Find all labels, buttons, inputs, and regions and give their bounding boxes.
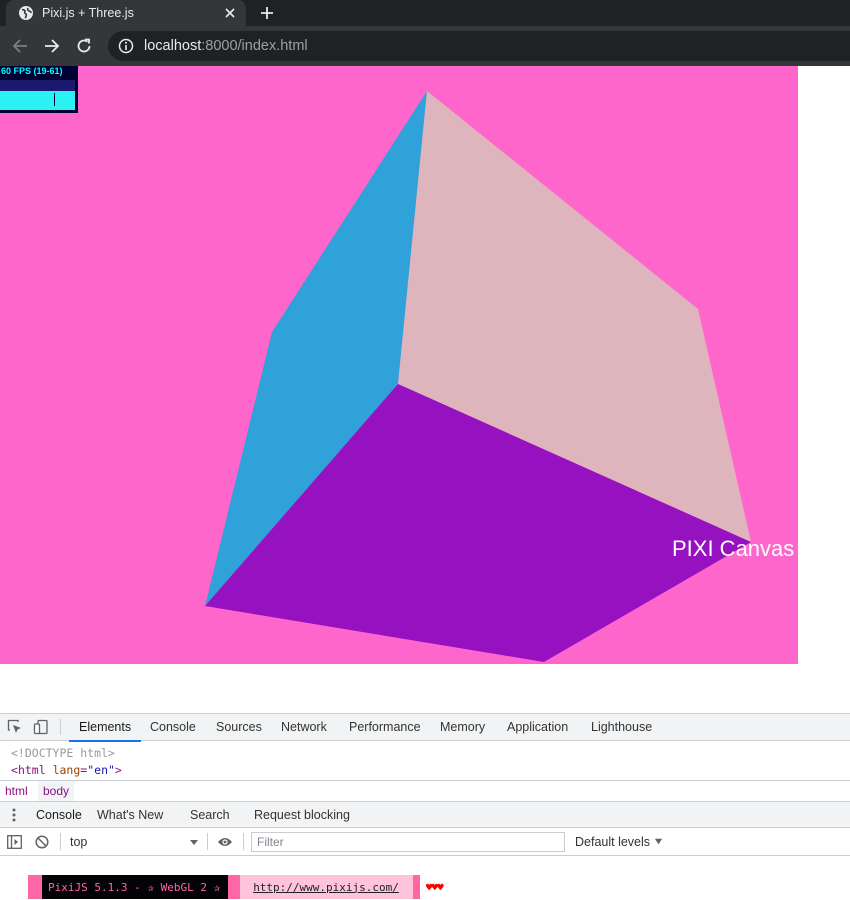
banner-cap [28, 875, 42, 899]
banner-link-box: http://www.pixijs.com/ [240, 875, 413, 899]
fps-graph [0, 80, 75, 110]
attr-value: "en" [87, 763, 115, 777]
pixijs-link[interactable]: http://www.pixijs.com/ [253, 881, 399, 894]
drawer-tab-bar: Console What's New Search Request blocki… [0, 801, 850, 830]
console-toolbar: top Default levels [0, 828, 850, 856]
banner-version: PixiJS 5.1.3 - ✰ WebGL 2 ✰ [42, 875, 229, 899]
context-selector[interactable]: top [70, 828, 87, 856]
tab-network[interactable]: Network [281, 714, 327, 741]
tab-sources[interactable]: Sources [216, 714, 262, 741]
toolbar-separator [60, 833, 61, 850]
browser-tab[interactable]: Pixi.js + Three.js [6, 0, 246, 26]
pixi-canvas-label: PIXI Canvas [672, 536, 795, 561]
chevron-down-icon[interactable] [189, 837, 199, 847]
show-sidebar-icon[interactable] [6, 834, 22, 850]
url-path: :8000/index.html [201, 38, 308, 54]
drawer-tab-whats-new[interactable]: What's New [97, 802, 163, 829]
device-toolbar-button[interactable] [32, 718, 50, 736]
console-filter-input[interactable] [251, 832, 565, 852]
tab-elements[interactable]: Elements [68, 714, 142, 742]
tab-application[interactable]: Application [507, 714, 568, 741]
plus-icon [261, 7, 273, 19]
arrow-left-icon [12, 39, 27, 53]
dom-doctype[interactable]: <!DOCTYPE html> [11, 746, 115, 760]
info-icon[interactable] [118, 38, 134, 54]
pixi-canvas[interactable]: PIXI Canvas [0, 66, 798, 664]
tab-title: Pixi.js + Three.js [42, 6, 134, 20]
fps-graph-spike [54, 93, 55, 106]
html-open-bracket: < [11, 763, 18, 777]
three-cube [205, 91, 751, 662]
html-tag-name: html [17, 763, 46, 777]
inspect-element-button[interactable] [6, 718, 24, 736]
new-tab-button[interactable] [256, 3, 278, 23]
globe-icon [18, 5, 34, 21]
tab-performance[interactable]: Performance [349, 714, 421, 741]
breadcrumb: html body [0, 780, 850, 801]
back-button[interactable] [9, 35, 31, 57]
breadcrumb-body[interactable]: body [38, 781, 75, 801]
url-text: localhost:8000/index.html [144, 38, 308, 54]
url-host: localhost [144, 38, 202, 54]
log-levels-label: Default levels [575, 835, 651, 849]
banner-end [412, 875, 420, 899]
tab-strip: Pixi.js + Three.js [0, 0, 850, 26]
tab-lighthouse[interactable]: Lighthouse [591, 714, 652, 741]
banner-divider [228, 875, 241, 899]
drawer-tab-request-blocking[interactable]: Request blocking [254, 802, 350, 829]
drawer-tab-console[interactable]: Console [26, 802, 92, 830]
reload-button[interactable] [73, 35, 95, 57]
html-close-bracket: > [114, 763, 122, 777]
reload-icon [77, 38, 91, 53]
chevron-down-icon [654, 838, 662, 845]
devtools-panel: Elements Console Sources Network Perform… [0, 713, 850, 900]
fps-stats-panel[interactable]: 60 FPS (19-61) [0, 66, 78, 113]
browser-toolbar: localhost:8000/index.html [0, 26, 850, 66]
toolbar-separator [207, 833, 208, 850]
close-tab-icon[interactable] [222, 5, 238, 21]
cursor-select-icon [7, 719, 21, 733]
pixi-console-banner: PixiJS 5.1.3 - ✰ WebGL 2 ✰ http://www.pi… [28, 875, 444, 899]
toolbar-separator [60, 719, 61, 735]
breadcrumb-html[interactable]: html [0, 781, 33, 801]
toolbar-separator [243, 833, 244, 850]
console-output: PixiJS 5.1.3 - ✰ WebGL 2 ✰ http://www.pi… [0, 856, 850, 900]
fps-readout: 60 FPS (19-61) [1, 66, 63, 76]
attr-name: lang [52, 763, 81, 777]
drawer-tab-search[interactable]: Search [190, 802, 230, 829]
devtools-tab-bar: Elements Console Sources Network Perform… [0, 714, 850, 742]
clear-console-icon[interactable] [34, 834, 50, 850]
tab-console[interactable]: Console [150, 714, 196, 741]
log-levels-dropdown[interactable]: Default levels [575, 828, 663, 856]
page-viewport: PIXI Canvas 60 FPS (19-61) [0, 66, 850, 713]
hearts-text: ♥♥♥ [425, 880, 444, 894]
dom-tree: <!DOCTYPE html> <html lang="en"> [0, 742, 850, 780]
forward-button[interactable] [41, 35, 63, 57]
tab-memory[interactable]: Memory [440, 714, 485, 741]
device-icon [33, 719, 48, 735]
arrow-right-icon [45, 39, 60, 53]
fps-graph-fill [0, 91, 75, 110]
dom-html-node[interactable]: <html lang="en"> [11, 763, 122, 777]
kebab-menu-icon[interactable] [8, 808, 20, 822]
address-bar[interactable]: localhost:8000/index.html [108, 31, 850, 61]
eye-icon[interactable] [217, 834, 233, 850]
